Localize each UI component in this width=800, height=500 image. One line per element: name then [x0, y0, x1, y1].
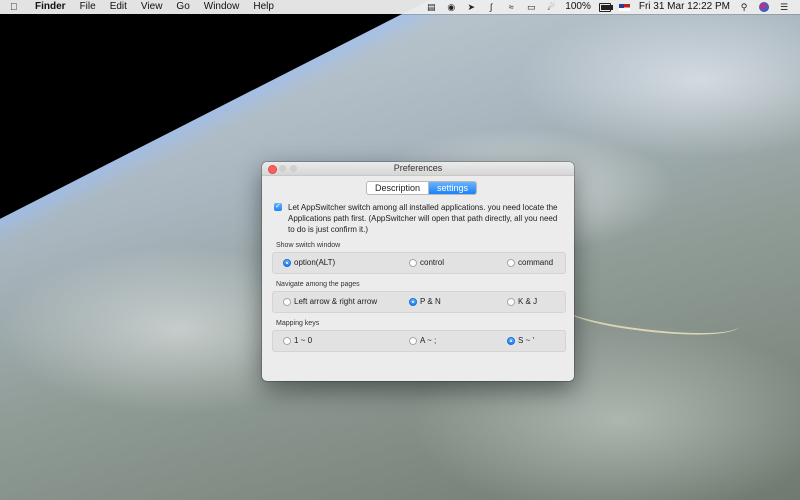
siri-icon[interactable] — [758, 2, 770, 12]
radio-k-and-j[interactable]: K & J — [507, 297, 537, 306]
spotlight-search-icon[interactable]: ⚲ — [738, 2, 750, 12]
zoom-button[interactable] — [290, 165, 297, 172]
mapping-keys-group: 1 ~ 0 A ~ ; S ~ ' — [272, 330, 566, 352]
radio-dot[interactable] — [507, 336, 515, 345]
close-button[interactable] — [268, 165, 277, 174]
preferences-window: Preferences Description settings ✓ Let A… — [262, 162, 574, 381]
status-area: ▤ ◉ ➤ ∫ ≈ ▭ ☄ 100% Fri 31 Mar 12:22 PM ⚲… — [421, 0, 794, 14]
menu-bar:  Finder File Edit View Go Window Help ▤… — [0, 0, 800, 14]
radio-1-to-0[interactable]: 1 ~ 0 — [283, 336, 312, 345]
radio-a-to-semicolon[interactable]: A ~ ; — [409, 336, 436, 345]
switch-all-apps-option[interactable]: ✓ Let AppSwitcher switch among all insta… — [272, 202, 566, 235]
show-switch-window-label: Show switch window — [276, 242, 341, 249]
menu-finder[interactable]: Finder — [28, 0, 73, 14]
menu-window[interactable]: Window — [197, 0, 247, 14]
radio-dot[interactable] — [283, 297, 291, 306]
radio-label: A ~ ; — [420, 336, 437, 345]
minimize-button[interactable] — [279, 165, 286, 172]
airdrop-icon[interactable]: ◉ — [445, 2, 457, 12]
radio-dot[interactable] — [409, 336, 417, 345]
tab-settings[interactable]: settings — [428, 182, 477, 194]
radio-option-alt[interactable]: option(ALT) — [283, 258, 335, 267]
switch-all-apps-checkbox[interactable]: ✓ — [274, 203, 282, 211]
battery-icon[interactable] — [598, 2, 613, 12]
tab-bar: Description settings — [366, 181, 478, 195]
menu-view[interactable]: View — [134, 0, 170, 14]
navigate-pages-group: Left arrow & right arrow P & N K & J — [272, 291, 566, 313]
menu-go[interactable]: Go — [169, 0, 196, 14]
navigate-pages-label: Navigate among the pages — [276, 281, 360, 288]
radio-label: K & J — [518, 297, 538, 306]
radio-label: 1 ~ 0 — [294, 336, 313, 345]
battery-percent[interactable]: 100% — [565, 0, 591, 14]
location-icon[interactable]: ➤ — [465, 2, 477, 12]
radio-s-to-quote[interactable]: S ~ ' — [507, 336, 534, 345]
radio-label: Left arrow & right arrow — [294, 297, 378, 306]
radio-p-and-n[interactable]: P & N — [409, 297, 441, 306]
clock[interactable]: Fri 31 Mar 12:22 PM — [639, 0, 730, 14]
radio-dot[interactable] — [283, 336, 291, 345]
radio-dot[interactable] — [507, 258, 515, 267]
radio-dot[interactable] — [409, 258, 417, 267]
settings-panel: ✓ Let AppSwitcher switch among all insta… — [272, 202, 566, 352]
airplay-icon[interactable]: ▭ — [525, 2, 537, 12]
radio-dot[interactable] — [409, 297, 417, 306]
volume-icon[interactable]: ☄ — [545, 2, 557, 12]
radio-label: P & N — [420, 297, 441, 306]
flag-input-icon[interactable] — [619, 2, 631, 12]
radio-left-right-arrow[interactable]: Left arrow & right arrow — [283, 297, 377, 306]
river-highlight — [558, 287, 742, 345]
notification-center-icon[interactable]: ☰ — [778, 2, 790, 12]
radio-label: control — [420, 258, 445, 267]
radio-dot[interactable] — [507, 297, 515, 306]
monitor-icon[interactable]: ▤ — [425, 2, 437, 12]
wifi-icon[interactable]: ≈ — [505, 2, 517, 12]
show-switch-window-group: option(ALT) control command — [272, 252, 566, 274]
menu-file[interactable]: File — [73, 0, 103, 14]
menu-edit[interactable]: Edit — [103, 0, 134, 14]
radio-dot[interactable] — [283, 258, 291, 267]
apple-logo-icon[interactable]:  — [10, 2, 22, 13]
menu-help[interactable]: Help — [246, 0, 281, 14]
tab-description[interactable]: Description — [367, 182, 428, 194]
title-bar[interactable]: Preferences — [262, 162, 574, 176]
radio-label: S ~ ' — [518, 336, 534, 345]
radio-control[interactable]: control — [409, 258, 444, 267]
mapping-keys-label: Mapping keys — [276, 320, 320, 327]
switch-all-apps-label: Let AppSwitcher switch among all install… — [288, 203, 558, 234]
bluetooth-icon[interactable]: ∫ — [485, 2, 497, 12]
radio-label: command — [518, 258, 554, 267]
window-title: Preferences — [393, 163, 443, 173]
radio-command[interactable]: command — [507, 258, 553, 267]
radio-label: option(ALT) — [294, 258, 336, 267]
